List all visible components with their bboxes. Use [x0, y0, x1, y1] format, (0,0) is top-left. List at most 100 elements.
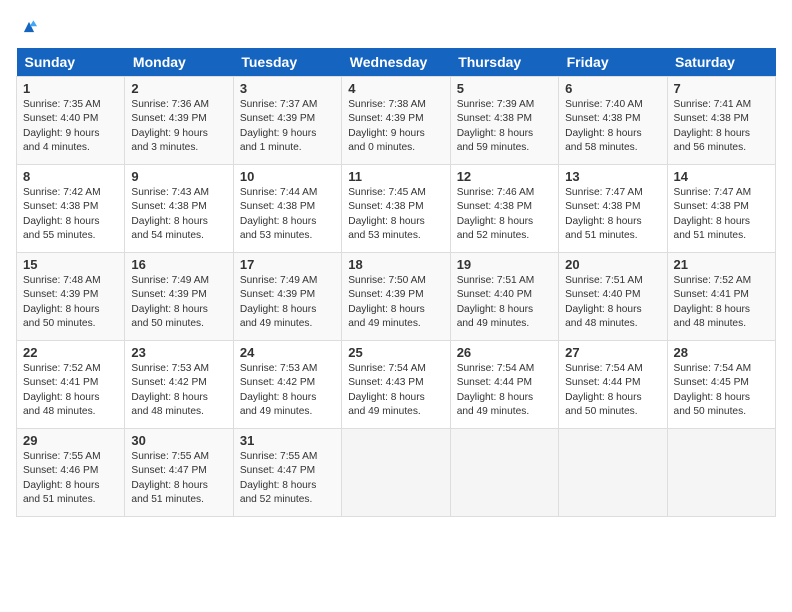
- cell-text: Sunrise: 7:54 AMSunset: 4:43 PMDaylight:…: [348, 363, 426, 417]
- calendar-cell: 24 Sunrise: 7:53 AMSunset: 4:42 PMDaylig…: [233, 341, 341, 429]
- day-number: 18: [348, 257, 443, 272]
- cell-text: Sunrise: 7:36 AMSunset: 4:39 PMDaylight:…: [131, 99, 209, 153]
- calendar-cell: [342, 429, 450, 517]
- calendar-header-row: SundayMondayTuesdayWednesdayThursdayFrid…: [17, 48, 776, 77]
- cell-text: Sunrise: 7:51 AMSunset: 4:40 PMDaylight:…: [457, 275, 535, 329]
- cell-text: Sunrise: 7:43 AMSunset: 4:38 PMDaylight:…: [131, 187, 209, 241]
- cell-text: Sunrise: 7:45 AMSunset: 4:38 PMDaylight:…: [348, 187, 426, 241]
- cell-text: Sunrise: 7:52 AMSunset: 4:41 PMDaylight:…: [23, 363, 101, 417]
- calendar-cell: 25 Sunrise: 7:54 AMSunset: 4:43 PMDaylig…: [342, 341, 450, 429]
- calendar-cell: 19 Sunrise: 7:51 AMSunset: 4:40 PMDaylig…: [450, 253, 558, 341]
- calendar-cell: 14 Sunrise: 7:47 AMSunset: 4:38 PMDaylig…: [667, 165, 775, 253]
- cell-text: Sunrise: 7:55 AMSunset: 4:47 PMDaylight:…: [131, 451, 209, 505]
- day-number: 17: [240, 257, 335, 272]
- day-header-wednesday: Wednesday: [342, 48, 450, 77]
- cell-text: Sunrise: 7:55 AMSunset: 4:46 PMDaylight:…: [23, 451, 101, 505]
- calendar-cell: 30 Sunrise: 7:55 AMSunset: 4:47 PMDaylig…: [125, 429, 233, 517]
- day-number: 7: [674, 81, 769, 96]
- cell-text: Sunrise: 7:44 AMSunset: 4:38 PMDaylight:…: [240, 187, 318, 241]
- calendar-cell: 3 Sunrise: 7:37 AMSunset: 4:39 PMDayligh…: [233, 77, 341, 165]
- cell-text: Sunrise: 7:50 AMSunset: 4:39 PMDaylight:…: [348, 275, 426, 329]
- calendar-table: SundayMondayTuesdayWednesdayThursdayFrid…: [16, 48, 776, 517]
- cell-text: Sunrise: 7:35 AMSunset: 4:40 PMDaylight:…: [23, 99, 101, 153]
- day-number: 20: [565, 257, 660, 272]
- calendar-cell: 16 Sunrise: 7:49 AMSunset: 4:39 PMDaylig…: [125, 253, 233, 341]
- calendar-cell: [559, 429, 667, 517]
- day-number: 25: [348, 345, 443, 360]
- calendar-cell: 8 Sunrise: 7:42 AMSunset: 4:38 PMDayligh…: [17, 165, 125, 253]
- day-number: 11: [348, 169, 443, 184]
- calendar-cell: 9 Sunrise: 7:43 AMSunset: 4:38 PMDayligh…: [125, 165, 233, 253]
- calendar-cell: [667, 429, 775, 517]
- calendar-week-4: 22 Sunrise: 7:52 AMSunset: 4:41 PMDaylig…: [17, 341, 776, 429]
- day-header-monday: Monday: [125, 48, 233, 77]
- calendar-cell: 21 Sunrise: 7:52 AMSunset: 4:41 PMDaylig…: [667, 253, 775, 341]
- cell-text: Sunrise: 7:52 AMSunset: 4:41 PMDaylight:…: [674, 275, 752, 329]
- day-number: 2: [131, 81, 226, 96]
- cell-text: Sunrise: 7:39 AMSunset: 4:38 PMDaylight:…: [457, 99, 535, 153]
- calendar-cell: [450, 429, 558, 517]
- day-number: 29: [23, 433, 118, 448]
- calendar-cell: 6 Sunrise: 7:40 AMSunset: 4:38 PMDayligh…: [559, 77, 667, 165]
- page-header: [16, 16, 776, 38]
- cell-text: Sunrise: 7:47 AMSunset: 4:38 PMDaylight:…: [674, 187, 752, 241]
- day-header-saturday: Saturday: [667, 48, 775, 77]
- calendar-cell: 7 Sunrise: 7:41 AMSunset: 4:38 PMDayligh…: [667, 77, 775, 165]
- calendar-cell: 12 Sunrise: 7:46 AMSunset: 4:38 PMDaylig…: [450, 165, 558, 253]
- day-number: 21: [674, 257, 769, 272]
- cell-text: Sunrise: 7:54 AMSunset: 4:45 PMDaylight:…: [674, 363, 752, 417]
- calendar-cell: 10 Sunrise: 7:44 AMSunset: 4:38 PMDaylig…: [233, 165, 341, 253]
- cell-text: Sunrise: 7:55 AMSunset: 4:47 PMDaylight:…: [240, 451, 318, 505]
- day-number: 26: [457, 345, 552, 360]
- day-number: 8: [23, 169, 118, 184]
- cell-text: Sunrise: 7:48 AMSunset: 4:39 PMDaylight:…: [23, 275, 101, 329]
- cell-text: Sunrise: 7:41 AMSunset: 4:38 PMDaylight:…: [674, 99, 752, 153]
- cell-text: Sunrise: 7:54 AMSunset: 4:44 PMDaylight:…: [457, 363, 535, 417]
- calendar-cell: 15 Sunrise: 7:48 AMSunset: 4:39 PMDaylig…: [17, 253, 125, 341]
- day-number: 16: [131, 257, 226, 272]
- calendar-cell: 18 Sunrise: 7:50 AMSunset: 4:39 PMDaylig…: [342, 253, 450, 341]
- calendar-cell: 26 Sunrise: 7:54 AMSunset: 4:44 PMDaylig…: [450, 341, 558, 429]
- calendar-cell: 29 Sunrise: 7:55 AMSunset: 4:46 PMDaylig…: [17, 429, 125, 517]
- calendar-cell: 13 Sunrise: 7:47 AMSunset: 4:38 PMDaylig…: [559, 165, 667, 253]
- cell-text: Sunrise: 7:42 AMSunset: 4:38 PMDaylight:…: [23, 187, 101, 241]
- calendar-cell: 5 Sunrise: 7:39 AMSunset: 4:38 PMDayligh…: [450, 77, 558, 165]
- day-header-thursday: Thursday: [450, 48, 558, 77]
- day-header-sunday: Sunday: [17, 48, 125, 77]
- logo: [16, 16, 40, 38]
- day-number: 4: [348, 81, 443, 96]
- day-number: 10: [240, 169, 335, 184]
- day-header-friday: Friday: [559, 48, 667, 77]
- day-number: 27: [565, 345, 660, 360]
- cell-text: Sunrise: 7:46 AMSunset: 4:38 PMDaylight:…: [457, 187, 535, 241]
- day-number: 9: [131, 169, 226, 184]
- cell-text: Sunrise: 7:38 AMSunset: 4:39 PMDaylight:…: [348, 99, 426, 153]
- calendar-week-3: 15 Sunrise: 7:48 AMSunset: 4:39 PMDaylig…: [17, 253, 776, 341]
- day-number: 14: [674, 169, 769, 184]
- calendar-cell: 22 Sunrise: 7:52 AMSunset: 4:41 PMDaylig…: [17, 341, 125, 429]
- day-number: 23: [131, 345, 226, 360]
- cell-text: Sunrise: 7:40 AMSunset: 4:38 PMDaylight:…: [565, 99, 643, 153]
- calendar-cell: 11 Sunrise: 7:45 AMSunset: 4:38 PMDaylig…: [342, 165, 450, 253]
- calendar-cell: 27 Sunrise: 7:54 AMSunset: 4:44 PMDaylig…: [559, 341, 667, 429]
- calendar-cell: 2 Sunrise: 7:36 AMSunset: 4:39 PMDayligh…: [125, 77, 233, 165]
- cell-text: Sunrise: 7:49 AMSunset: 4:39 PMDaylight:…: [131, 275, 209, 329]
- cell-text: Sunrise: 7:37 AMSunset: 4:39 PMDaylight:…: [240, 99, 318, 153]
- day-number: 22: [23, 345, 118, 360]
- cell-text: Sunrise: 7:54 AMSunset: 4:44 PMDaylight:…: [565, 363, 643, 417]
- day-number: 19: [457, 257, 552, 272]
- day-number: 24: [240, 345, 335, 360]
- cell-text: Sunrise: 7:53 AMSunset: 4:42 PMDaylight:…: [131, 363, 209, 417]
- calendar-cell: 31 Sunrise: 7:55 AMSunset: 4:47 PMDaylig…: [233, 429, 341, 517]
- logo-icon: [18, 16, 40, 38]
- day-number: 3: [240, 81, 335, 96]
- cell-text: Sunrise: 7:53 AMSunset: 4:42 PMDaylight:…: [240, 363, 318, 417]
- calendar-cell: 23 Sunrise: 7:53 AMSunset: 4:42 PMDaylig…: [125, 341, 233, 429]
- calendar-week-2: 8 Sunrise: 7:42 AMSunset: 4:38 PMDayligh…: [17, 165, 776, 253]
- calendar-week-5: 29 Sunrise: 7:55 AMSunset: 4:46 PMDaylig…: [17, 429, 776, 517]
- day-number: 1: [23, 81, 118, 96]
- day-number: 28: [674, 345, 769, 360]
- day-number: 30: [131, 433, 226, 448]
- day-number: 6: [565, 81, 660, 96]
- calendar-week-1: 1 Sunrise: 7:35 AMSunset: 4:40 PMDayligh…: [17, 77, 776, 165]
